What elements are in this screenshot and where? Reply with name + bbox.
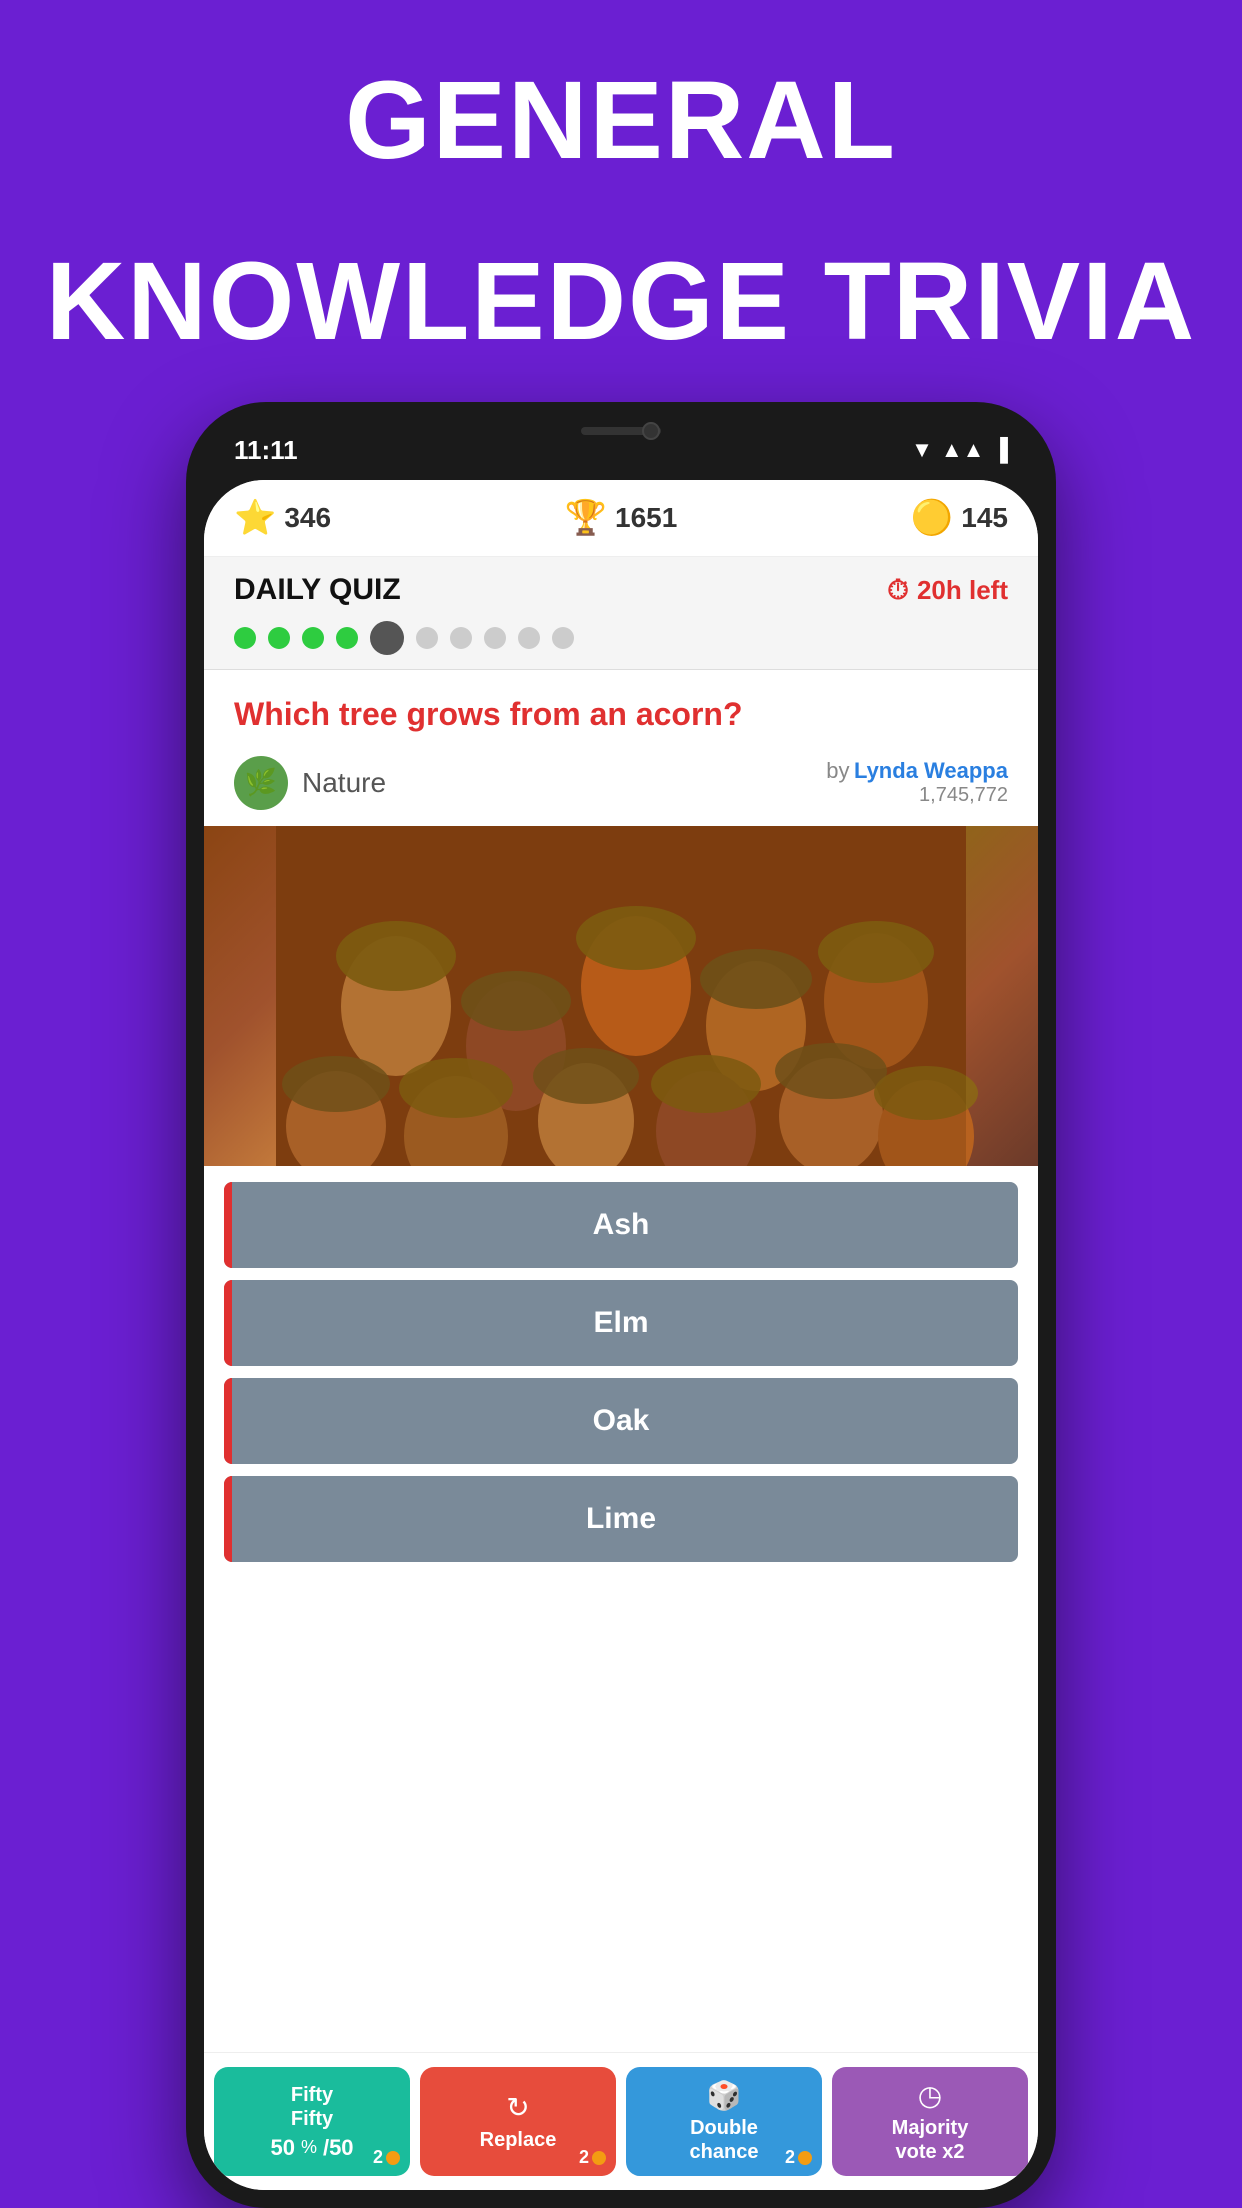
status-time: 11:11 [234,435,298,466]
double-icon: 🎲 [707,2079,742,2112]
signal-icon: ▲▲ [941,437,985,463]
trophy-icon: 🏆 [565,498,607,538]
timer-icon: ⏱ [887,574,909,607]
replace-cost: 2 [579,2147,606,2168]
answer-lime[interactable]: Lime [224,1476,1018,1562]
dot-10 [552,627,574,649]
daily-quiz-header: DAILY QUIZ ⏱ 20h left [234,573,1008,607]
dot-7 [450,627,472,649]
dot-5 [370,621,404,655]
answer-elm-text: Elm [244,1306,998,1340]
replace-label: Replace [480,2128,557,2152]
phone-screen: ⭐ 346 🏆 1651 🟡 145 DAILY QUIZ ⏱ 20h left [204,480,1038,2190]
dot-3 [302,627,324,649]
powerup-replace[interactable]: ↻ Replace 2 [420,2067,616,2176]
progress-dots [234,621,1008,655]
battery-icon: ▐ [992,437,1008,463]
majority-label: Majorityvote x2 [892,2116,969,2164]
status-icons: ▼ ▲▲ ▐ [911,437,1008,463]
author-by: by [826,758,849,783]
stars-stat: ⭐ 346 [234,498,331,538]
fifty-cost: 2 [373,2147,400,2168]
phone-mockup: 11:11 ▼ ▲▲ ▐ ⭐ 346 🏆 1651 🟡 145 [186,402,1056,2208]
fifty-icon: 50 % /50 [270,2135,353,2161]
stars-count: 346 [284,502,331,534]
answer-ash-text: Ash [244,1208,998,1242]
powerup-fifty-fifty[interactable]: FiftyFifty 50 % /50 2 [214,2067,410,2176]
majority-icon: ◷ [918,2079,942,2112]
dot-6 [416,627,438,649]
fifty-label: FiftyFifty [291,2083,333,2131]
answer-oak[interactable]: Oak [224,1378,1018,1464]
category-left: 🌿 Nature [234,756,386,810]
author-name: Lynda Weappa [854,758,1008,783]
page-title-line1: GENERAL [345,60,897,181]
content-area: Which tree grows from an acorn? 🌿 Nature… [204,670,1038,2052]
author-info: by Lynda Weappa 1,745,772 [826,758,1008,807]
dot-2 [268,627,290,649]
page-title-line2: KNOWLEDGE TRIVIA [46,241,1196,362]
powerups-bar: FiftyFifty 50 % /50 2 ↻ Replace 2 [204,2052,1038,2190]
phone-camera [642,422,660,440]
dot-1 [234,627,256,649]
time-left-text: 20h left [917,575,1008,606]
wifi-icon: ▼ [911,437,933,463]
trophy-count: 1651 [615,502,677,534]
daily-quiz-bar: DAILY QUIZ ⏱ 20h left [204,557,1038,670]
question-image [204,826,1038,1166]
trophy-stat: 🏆 1651 [565,498,678,538]
daily-quiz-title: DAILY QUIZ [234,573,401,607]
author-count: 1,745,772 [826,784,1008,807]
question-text: Which tree grows from an acorn? [204,670,1038,748]
coins-stat: 🟡 145 [911,498,1008,538]
answer-elm[interactable]: Elm [224,1280,1018,1366]
dot-4 [336,627,358,649]
replace-icon: ↻ [506,2091,529,2124]
answer-ash[interactable]: Ash [224,1182,1018,1268]
time-left-container: ⏱ 20h left [887,574,1008,607]
category-icon: 🌿 [234,756,288,810]
powerup-majority-vote[interactable]: ◷ Majorityvote x2 [832,2067,1028,2176]
answer-lime-text: Lime [244,1502,998,1536]
star-icon: ⭐ [234,498,276,538]
dot-9 [518,627,540,649]
answer-oak-text: Oak [244,1404,998,1438]
powerup-double-chance[interactable]: 🎲 Doublechance 2 [626,2067,822,2176]
category-row: 🌿 Nature by Lynda Weappa 1,745,772 [204,748,1038,826]
coins-count: 145 [961,502,1008,534]
dot-8 [484,627,506,649]
double-label: Doublechance [690,2116,759,2164]
category-name: Nature [302,767,386,799]
answers-container: Ash Elm Oak Lime [204,1166,1038,2052]
double-cost: 2 [785,2147,812,2168]
coin-icon: 🟡 [911,498,953,538]
top-bar: ⭐ 346 🏆 1651 🟡 145 [204,480,1038,557]
